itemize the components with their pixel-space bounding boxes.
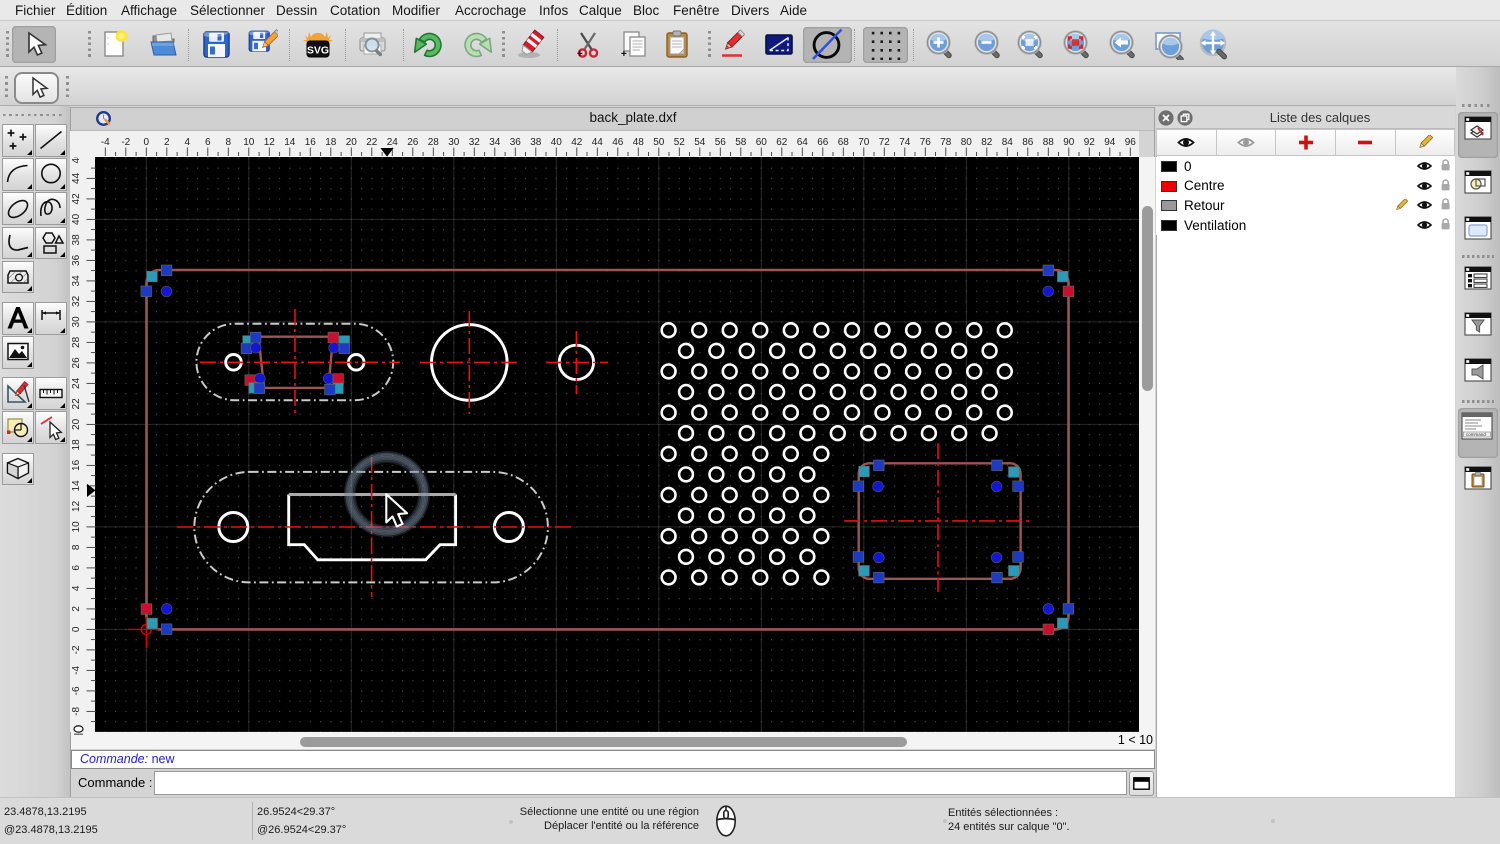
svg-text:80: 80	[961, 137, 973, 148]
svg-text:30: 30	[448, 137, 460, 148]
svg-text:command: command	[1466, 432, 1486, 437]
svg-text:-2: -2	[121, 137, 130, 148]
svg-text:4: 4	[71, 585, 82, 591]
svg-text:88: 88	[1043, 137, 1055, 148]
svg-text:62: 62	[776, 137, 788, 148]
svg-text:-6: -6	[71, 686, 82, 695]
svg-text:78: 78	[940, 137, 952, 148]
svg-text:6: 6	[71, 565, 82, 571]
svg-text:44: 44	[71, 172, 82, 184]
svg-text:30: 30	[71, 316, 82, 328]
svg-text:46: 46	[71, 157, 82, 163]
svg-text:8: 8	[226, 137, 232, 148]
svg-text:86: 86	[1022, 137, 1034, 148]
svg-text:26: 26	[407, 137, 419, 148]
svg-text:40: 40	[71, 213, 82, 225]
svg-text:14: 14	[71, 480, 82, 492]
svg-text:84: 84	[1002, 137, 1014, 148]
svg-text:74: 74	[899, 137, 911, 148]
svg-text:20: 20	[71, 418, 82, 430]
svg-text:24: 24	[71, 377, 82, 389]
svg-text:50: 50	[653, 137, 665, 148]
svg-text:34: 34	[489, 137, 501, 148]
svg-text:2: 2	[71, 606, 82, 612]
svg-text:28: 28	[428, 137, 440, 148]
svg-text:0: 0	[144, 137, 150, 148]
svg-text:26: 26	[71, 357, 82, 369]
svg-text:56: 56	[715, 137, 727, 148]
svg-text:32: 32	[469, 137, 481, 148]
svg-text:+: +	[577, 49, 583, 60]
svg-text:14: 14	[284, 137, 296, 148]
svg-text:52: 52	[674, 137, 686, 148]
svg-text:42: 42	[71, 193, 82, 205]
svg-text:42: 42	[571, 137, 583, 148]
svg-text:54: 54	[694, 137, 706, 148]
svg-text:-2: -2	[71, 645, 82, 654]
svg-text:90: 90	[1063, 137, 1075, 148]
svg-text:22: 22	[71, 398, 82, 410]
svg-text:38: 38	[530, 137, 542, 148]
svg-text:12: 12	[71, 500, 82, 512]
svg-text:32: 32	[71, 295, 82, 307]
svg-text:-4: -4	[101, 137, 110, 148]
svg-text:22: 22	[366, 137, 378, 148]
svg-text:82: 82	[981, 137, 993, 148]
svg-text:66: 66	[817, 137, 829, 148]
svg-text:96: 96	[1125, 137, 1137, 148]
svg-text:8: 8	[71, 544, 82, 550]
svg-text:16: 16	[71, 459, 82, 471]
svg-text:10: 10	[243, 137, 255, 148]
svg-text:40: 40	[551, 137, 563, 148]
svg-text:92: 92	[1084, 137, 1096, 148]
svg-text:18: 18	[71, 439, 82, 451]
svg-text:4: 4	[185, 137, 191, 148]
svg-text:70: 70	[858, 137, 870, 148]
svg-text:36: 36	[510, 137, 522, 148]
svg-text:94: 94	[1104, 137, 1116, 148]
svg-text:38: 38	[71, 234, 82, 246]
svg-text:20: 20	[346, 137, 358, 148]
svg-text:60: 60	[756, 137, 768, 148]
svg-text:64: 64	[797, 137, 809, 148]
svg-text:12: 12	[264, 137, 276, 148]
svg-text:16: 16	[305, 137, 317, 148]
svg-text:72: 72	[879, 137, 891, 148]
svg-text:46: 46	[612, 137, 624, 148]
svg-text:SVG: SVG	[307, 45, 329, 57]
svg-text:48: 48	[633, 137, 645, 148]
svg-text:-8: -8	[71, 707, 82, 716]
svg-text:6: 6	[205, 137, 211, 148]
svg-text:24: 24	[387, 137, 399, 148]
svg-text:36: 36	[71, 254, 82, 266]
svg-text:58: 58	[735, 137, 747, 148]
svg-text:28: 28	[71, 336, 82, 348]
svg-text:10: 10	[71, 521, 82, 533]
svg-text:34: 34	[71, 275, 82, 287]
svg-text:76: 76	[920, 137, 932, 148]
svg-text:0: 0	[71, 626, 82, 632]
svg-text:68: 68	[838, 137, 850, 148]
svg-text:18: 18	[325, 137, 337, 148]
svg-text:-4: -4	[71, 666, 82, 675]
svg-text:+: +	[621, 49, 627, 60]
svg-text:2: 2	[164, 137, 170, 148]
svg-text:44: 44	[592, 137, 604, 148]
